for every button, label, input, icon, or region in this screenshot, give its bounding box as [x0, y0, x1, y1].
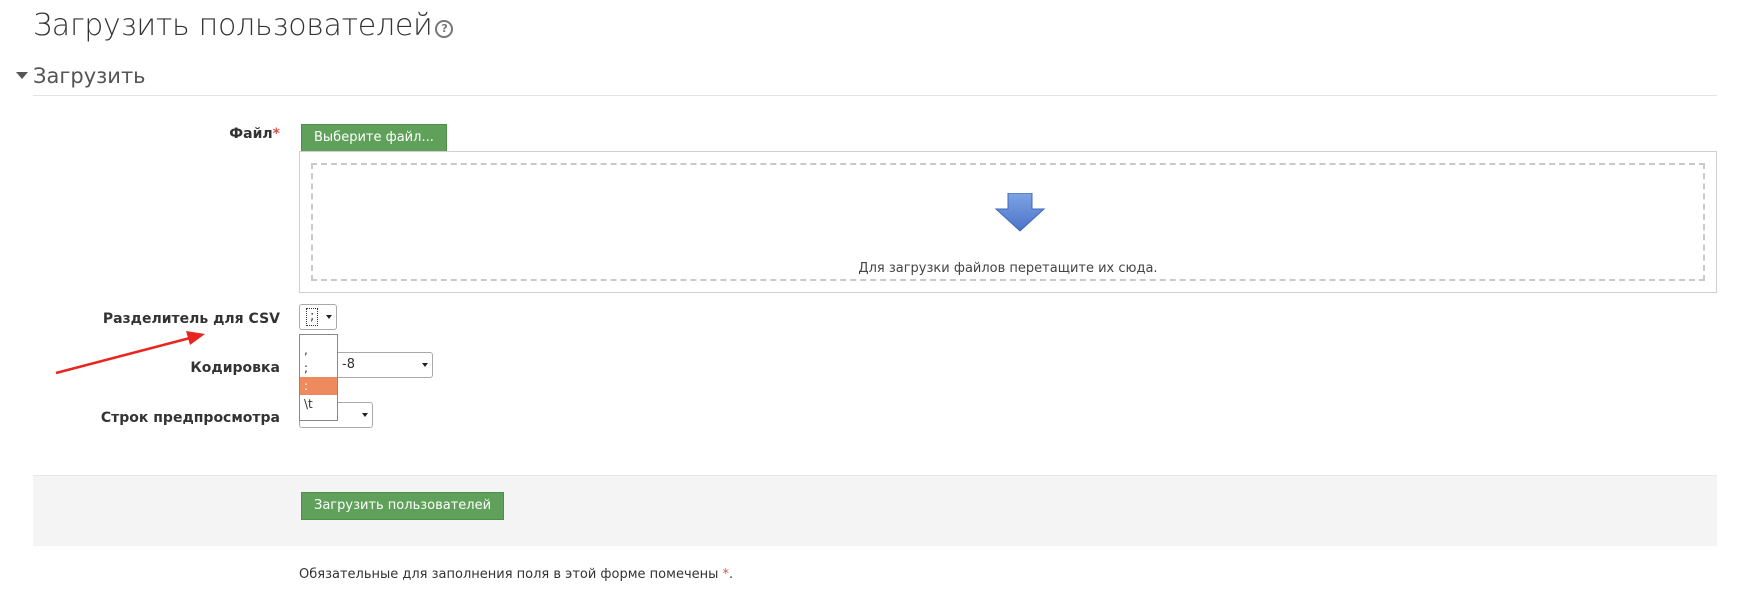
help-icon[interactable]: ? — [435, 20, 454, 38]
arrow-down-icon — [994, 193, 1046, 232]
file-label: Файл* — [0, 126, 280, 142]
preview-rows-label: Строк предпросмотра — [100, 410, 280, 426]
required-note: Обязательные для заполнения поля в этой … — [299, 567, 733, 582]
section-title: Загрузить — [33, 64, 146, 88]
chevron-down-icon — [362, 413, 368, 417]
file-dropzone[interactable]: Для загрузки файлов перетащите их сюда. — [299, 151, 1717, 293]
dropzone-dashed-area[interactable]: Для загрузки файлов перетащите их сюда. — [311, 163, 1705, 281]
delimiter-dropdown[interactable]: , ; : \t — [299, 334, 338, 421]
delimiter-option-highlighted[interactable]: : — [300, 377, 337, 395]
page-title: Загрузить пользователей? — [33, 8, 454, 43]
page-title-text: Загрузить пользователей — [33, 8, 433, 43]
delimiter-select[interactable]: ; — [299, 304, 337, 330]
choose-file-button[interactable]: Выберите файл... — [301, 124, 447, 152]
file-label-text: Файл — [229, 126, 273, 142]
chevron-down-icon — [422, 363, 428, 367]
required-note-text: Обязательные для заполнения поля в этой … — [299, 567, 719, 582]
chevron-down-icon — [326, 315, 332, 319]
section-divider — [33, 95, 1717, 96]
form-actions — [33, 475, 1717, 546]
delimiter-selected-value: ; — [306, 308, 319, 326]
drop-hint: Для загрузки файлов перетащите их сюда. — [858, 261, 1158, 276]
delimiter-option[interactable]: , — [300, 341, 337, 359]
delimiter-option[interactable]: \t — [300, 395, 337, 413]
required-mark: * — [272, 126, 280, 142]
section-toggle[interactable]: Загрузить — [16, 64, 146, 88]
annotation-arrow — [55, 331, 205, 375]
upload-users-button[interactable]: Загрузить пользователей — [301, 492, 505, 520]
caret-down-icon — [16, 72, 28, 79]
delimiter-option[interactable]: ; — [300, 359, 337, 377]
required-note-period: . — [729, 567, 734, 582]
encoding-value: -8 — [342, 357, 355, 372]
